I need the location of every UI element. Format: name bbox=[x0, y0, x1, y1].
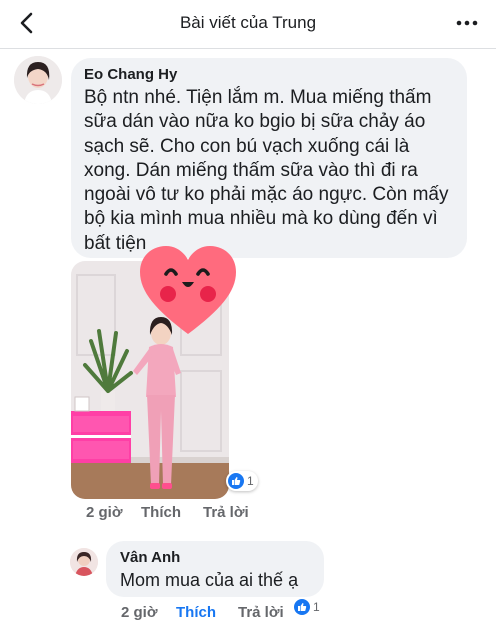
reply-button[interactable]: Trả lời bbox=[238, 604, 284, 621]
reply-button[interactable]: Trả lời bbox=[203, 504, 249, 521]
comment-time: 2 giờ bbox=[121, 604, 158, 621]
reaction-badge[interactable]: 1 bbox=[226, 471, 258, 491]
like-button[interactable]: Thích bbox=[141, 504, 181, 521]
avatar[interactable] bbox=[70, 548, 98, 576]
page-title: Bài viết của Trung bbox=[179, 13, 317, 32]
reaction-count: 1 bbox=[247, 474, 254, 488]
reaction-count: 1 bbox=[313, 600, 320, 614]
comment-author[interactable]: Eo Chang Hy bbox=[84, 66, 177, 83]
avatar-photo-icon bbox=[70, 548, 98, 576]
comment-time: 2 giờ bbox=[86, 504, 123, 521]
comment-text: Bộ ntn nhé. Tiện lắm m. Mua miếng thấm s… bbox=[84, 87, 449, 254]
more-options-icon[interactable] bbox=[456, 13, 478, 33]
heart-sticker-icon bbox=[140, 246, 236, 334]
like-button[interactable]: Thích bbox=[176, 604, 216, 621]
avatar-photo-icon bbox=[14, 56, 62, 104]
comment-text: Mom mua của ai thế ạ bbox=[120, 570, 299, 590]
top-bar: Bài viết của Trung bbox=[0, 0, 496, 49]
like-reaction-icon bbox=[294, 599, 310, 615]
avatar[interactable] bbox=[14, 56, 62, 104]
like-reaction-icon bbox=[228, 473, 244, 489]
reaction-badge[interactable]: 1 bbox=[292, 597, 324, 617]
comment-author[interactable]: Vân Anh bbox=[120, 549, 180, 566]
